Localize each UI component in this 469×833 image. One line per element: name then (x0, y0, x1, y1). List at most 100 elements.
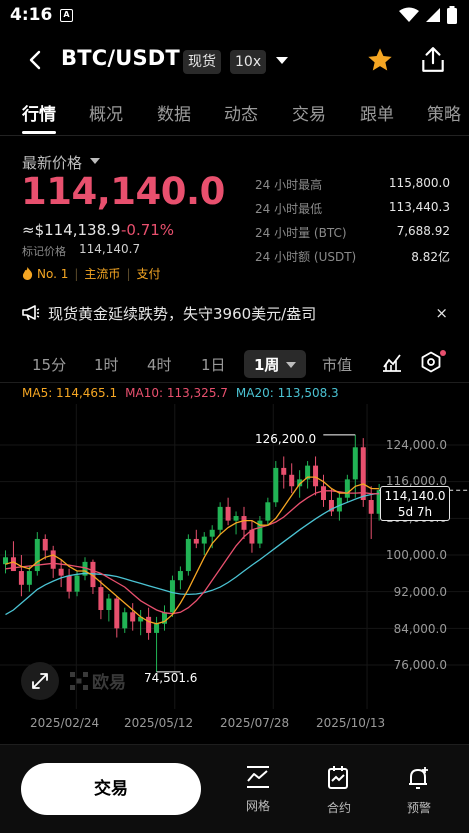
app-notification-icon: A (60, 9, 73, 22)
x-tick-label: 2025/07/28 (220, 716, 290, 730)
candle-body (10, 557, 16, 572)
contract-button[interactable]: 合约 (314, 765, 364, 816)
status-bar: 4:16 A (0, 0, 469, 36)
candle-body (98, 587, 104, 610)
ma-legend: MA5: 114,465.1 MA10: 113,325.7 MA20: 113… (22, 386, 339, 400)
candle-body (58, 568, 64, 576)
price-type-dropdown-icon[interactable] (90, 158, 100, 164)
candle-body (368, 500, 374, 514)
last-price: 114,140.0 (21, 170, 225, 213)
candle-body (74, 575, 80, 592)
candle-body (281, 467, 287, 475)
y-tick-label: 100,000.0 (385, 548, 447, 562)
candle-body (352, 447, 358, 480)
stat-row-volume: 24 小时量 (BTC) 7,688.92 (255, 224, 450, 248)
candle-countdown: 5d 7h (397, 505, 433, 519)
y-tick-label: 124,000.0 (385, 438, 447, 452)
status-right (399, 6, 457, 24)
tab-market[interactable]: 行情 (22, 100, 56, 125)
indicator-icon[interactable] (381, 351, 403, 373)
candle-body (50, 550, 56, 569)
candle-body (34, 538, 40, 572)
megaphone-icon (22, 305, 40, 321)
y-tick-label: 92,000.0 (393, 585, 447, 599)
stat-row-turnover: 24 小时额 (USDT) 8.82亿 (255, 248, 450, 272)
market-cap-tab[interactable]: 市值 (322, 354, 352, 375)
mark-price-label: 标记价格 (22, 245, 66, 258)
news-ticker[interactable]: 现货黄金延续跌势，失守3960美元/盎司 × (22, 303, 452, 323)
back-arrow-icon[interactable] (24, 48, 48, 72)
ma10-label: MA10: 113,325.7 (125, 386, 228, 400)
rank-separator: | (74, 266, 79, 281)
interval-1w-active[interactable]: 1周 (244, 350, 306, 378)
leverage-tag: 10x (230, 50, 267, 74)
interval-4h[interactable]: 4时 (147, 354, 172, 375)
watermark: 欧易 (70, 668, 126, 693)
category-separator: | (126, 266, 131, 281)
contract-icon (328, 766, 348, 789)
stat-row-high: 24 小时最高 115,800.0 (255, 176, 450, 200)
candle-body (42, 538, 48, 551)
candle-body (201, 536, 207, 544)
fire-icon (22, 267, 33, 280)
interval-1h[interactable]: 1时 (94, 354, 119, 375)
news-text[interactable]: 现货黄金延续跌势，失守3960美元/盎司 (48, 303, 316, 324)
interval-1d[interactable]: 1日 (201, 354, 226, 375)
share-icon[interactable] (420, 46, 446, 74)
contract-label: 合约 (326, 801, 351, 815)
stat-label: 24 小时最低 (255, 202, 323, 216)
interval-active-label: 1周 (254, 356, 280, 374)
mark-price-value: 114,140.7 (79, 242, 141, 256)
interval-dropdown-icon (286, 362, 296, 368)
alert-button[interactable]: 预警 (394, 765, 444, 816)
category-tag-mainstream[interactable]: 主流币 (84, 265, 120, 282)
y-tick-label: 76,000.0 (393, 658, 447, 672)
tab-strategy[interactable]: 策略 (427, 100, 461, 125)
trading-pair-title[interactable]: BTC/USDT (61, 46, 180, 70)
grid-button[interactable]: 网格 (233, 765, 283, 814)
rank-value[interactable]: No. 1 (37, 267, 68, 281)
candle-body (313, 465, 319, 487)
stat-value: 113,440.3 (388, 200, 450, 214)
okx-logo-icon (70, 671, 88, 690)
x-tick-label: 2025/02/24 (30, 716, 100, 730)
usd-equivalent: ≈$114,138.9 (22, 221, 121, 239)
category-tag-payment[interactable]: 支付 (136, 265, 160, 282)
candle-body (66, 575, 72, 592)
tab-news[interactable]: 动态 (224, 100, 258, 125)
candle-body (177, 571, 183, 581)
candle-body (130, 612, 136, 622)
chart-settings-icon[interactable] (420, 351, 442, 373)
fullscreen-button[interactable] (21, 662, 59, 700)
favorite-star-icon[interactable] (366, 46, 394, 74)
signal-icon (426, 8, 440, 22)
section-tabs: 行情 概况 数据 动态 交易 跟单 策略 (0, 96, 469, 136)
price-change-percent: -0.71% (121, 221, 175, 239)
ma20-label: MA20: 113,508.3 (235, 386, 339, 400)
stat-value: 8.82亿 (411, 250, 450, 264)
interval-15m[interactable]: 15分 (32, 354, 66, 375)
candle-body (217, 506, 223, 530)
candle-body (344, 479, 350, 498)
tab-data[interactable]: 数据 (157, 100, 191, 125)
tab-trade[interactable]: 交易 (292, 100, 326, 125)
candle-body (185, 538, 191, 572)
header: BTC/USDT 现货 10x (0, 38, 469, 84)
tab-overview[interactable]: 概况 (89, 100, 123, 125)
candle-body (169, 580, 175, 613)
low-price-label: 74,501.6 (144, 671, 198, 685)
pair-dropdown-icon[interactable] (276, 57, 288, 64)
trade-button[interactable]: 交易 (21, 763, 201, 815)
status-time: 4:16 (10, 5, 53, 25)
watermark-text: 欧易 (92, 673, 126, 693)
high-price-label: 126,200.0 (255, 432, 317, 446)
close-news-icon[interactable]: × (435, 304, 448, 322)
x-tick-label: 2025/05/12 (124, 716, 194, 730)
battery-icon (447, 6, 457, 24)
candle-body (289, 474, 295, 487)
tab-copy-trading[interactable]: 跟单 (360, 100, 394, 125)
candle-body (321, 486, 326, 500)
alert-bell-icon (409, 767, 428, 789)
expand-icon (32, 673, 48, 689)
candle-body (273, 467, 279, 503)
